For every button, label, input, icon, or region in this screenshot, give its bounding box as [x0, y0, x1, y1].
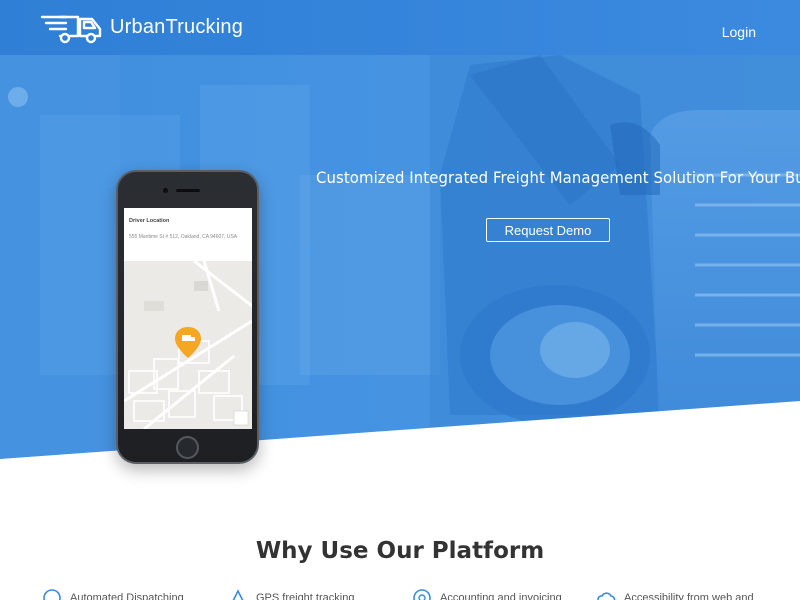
brand-name: UrbanTrucking	[110, 16, 244, 38]
hero-tagline: Customized Integrated Freight Management…	[316, 168, 800, 187]
accounting-icon	[413, 589, 431, 600]
gps-icon	[232, 589, 244, 600]
driver-location-title: Driver Location	[129, 218, 170, 224]
feature-item-gps: GPS freight tracking	[228, 588, 354, 600]
site-header: UrbanTrucking Login	[0, 0, 800, 55]
truck-logo-icon	[40, 15, 102, 43]
feature-label: Accounting and invoicing	[440, 592, 562, 600]
feature-item-accounting: Accounting and invoicing	[412, 588, 562, 600]
phone-speaker	[176, 189, 200, 192]
phone-home-button[interactable]	[176, 436, 199, 459]
feature-label: Accessibility from web and	[624, 592, 754, 600]
login-link[interactable]: Login	[722, 24, 756, 40]
feature-label: Automated Dispatching	[70, 592, 184, 600]
brand-link[interactable]: UrbanTrucking	[40, 11, 243, 45]
request-demo-button[interactable]: Request Demo	[486, 218, 610, 242]
section-title: Why Use Our Platform	[255, 538, 545, 564]
feature-label: GPS freight tracking	[256, 592, 355, 600]
driver-map	[124, 261, 252, 429]
feature-item-dispatching: Automated Dispatching	[42, 588, 184, 600]
feature-item-accessibility: Accessibility from web and	[596, 588, 754, 600]
phone-camera	[163, 188, 168, 193]
cloud-icon	[597, 592, 616, 600]
dispatch-icon	[43, 589, 61, 600]
phone-screen: Driver Location 555 Maritime St # 512, O…	[124, 208, 252, 429]
phone-mockup: Driver Location 555 Maritime St # 512, O…	[116, 170, 259, 464]
driver-address: 555 Maritime St # 512, Oakland, CA 94607…	[129, 234, 238, 240]
